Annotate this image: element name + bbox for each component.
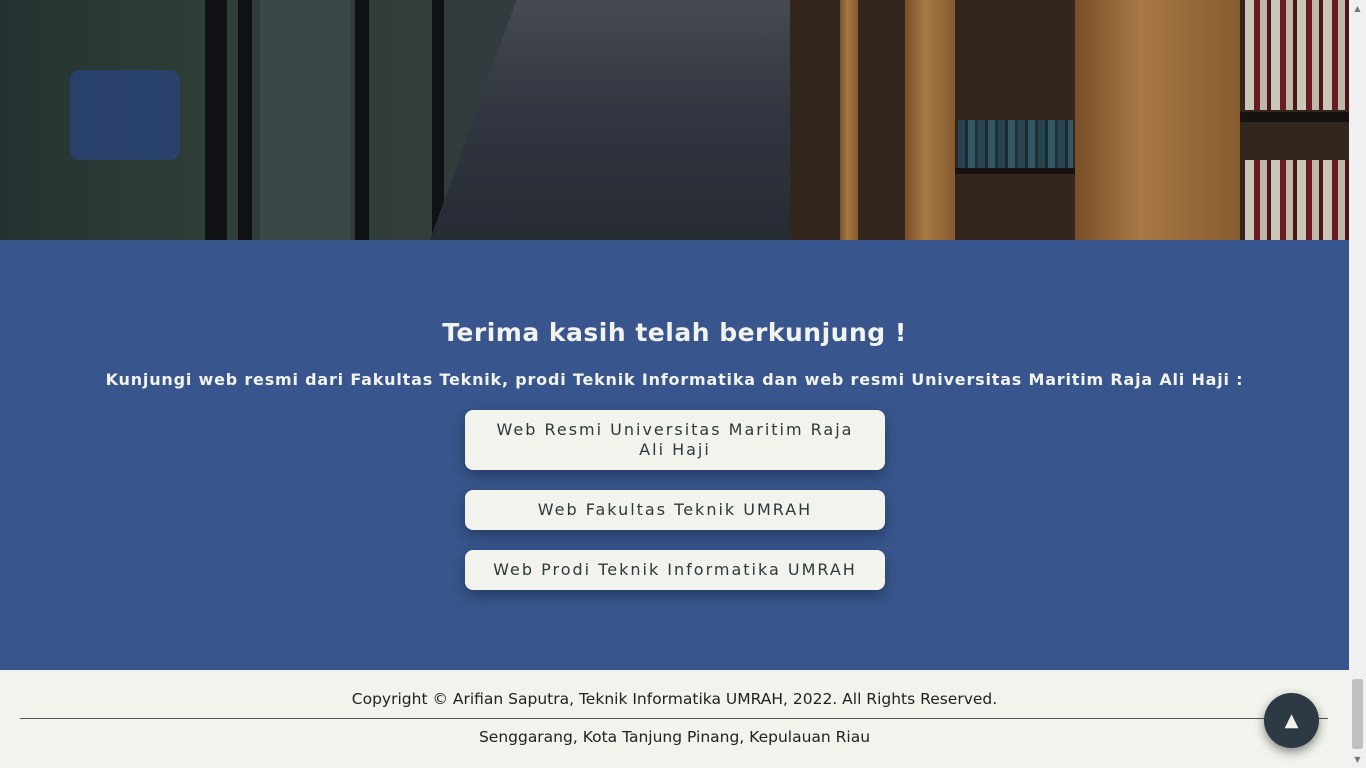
- back-to-top-button[interactable]: ▲: [1264, 693, 1319, 748]
- faculty-engineering-website-button[interactable]: Web Fakultas Teknik UMRAH: [465, 490, 885, 530]
- footer: Copyright © Arifian Saputra, Teknik Info…: [0, 670, 1349, 768]
- footer-divider: [20, 718, 1328, 719]
- thanks-section: Terima kasih telah berkunjung ! Kunjungi…: [0, 240, 1349, 670]
- page: Terima kasih telah berkunjung ! Kunjungi…: [0, 0, 1349, 768]
- umrah-website-button[interactable]: Web Resmi Universitas Maritim Raja Ali H…: [465, 410, 885, 470]
- scroll-down-arrow-icon[interactable]: ▼: [1349, 751, 1366, 768]
- hero-library-image: [0, 0, 1349, 240]
- footer-copyright: Copyright © Arifian Saputra, Teknik Info…: [351, 690, 998, 708]
- footer-address: Senggarang, Kota Tanjung Pinang, Kepulau…: [478, 728, 871, 746]
- scroll-up-arrow-icon[interactable]: ▲: [1349, 0, 1366, 17]
- page-scrollbar[interactable]: ▲ ▼: [1349, 0, 1366, 768]
- arrow-up-icon: ▲: [1284, 710, 1299, 731]
- scrollbar-thumb[interactable]: [1352, 679, 1363, 749]
- informatics-program-website-button[interactable]: Web Prodi Teknik Informatika UMRAH: [465, 550, 885, 590]
- thanks-subtitle: Kunjungi web resmi dari Fakultas Teknik,…: [105, 370, 1244, 389]
- thanks-title: Terima kasih telah berkunjung !: [442, 318, 907, 347]
- hero-overlay: [0, 0, 1349, 240]
